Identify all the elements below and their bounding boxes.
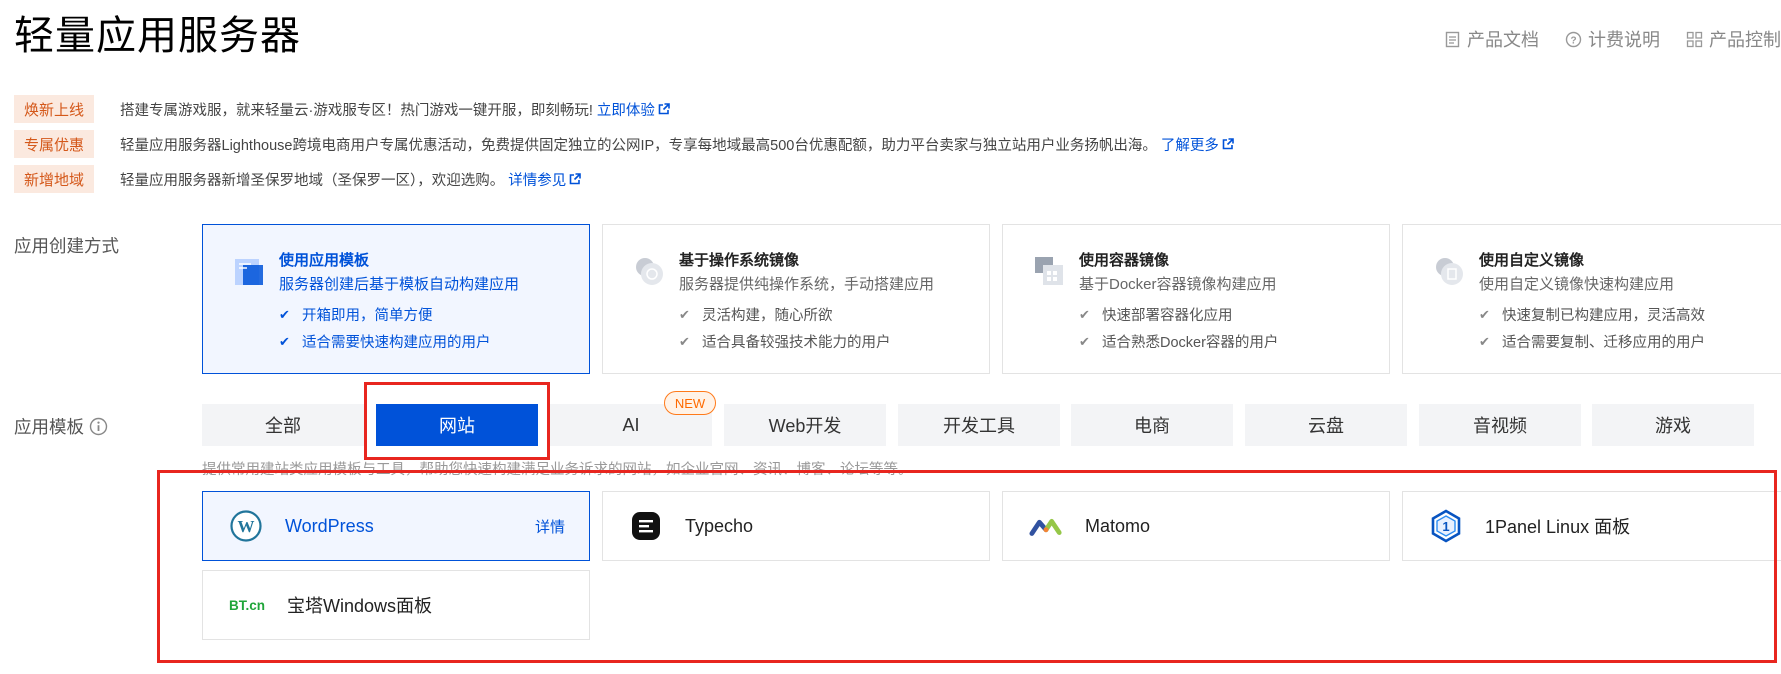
notice-tag: 新增地域: [14, 165, 94, 193]
method-desc: 基于Docker容器镜像构建应用: [1079, 276, 1277, 293]
tab-all[interactable]: 全部: [202, 404, 364, 446]
method-card-os-image[interactable]: 基于操作系统镜像 服务器提供纯操作系统，手动搭建应用 ✔ 灵活构建，随心所欲 ✔ 适…: [602, 224, 990, 374]
tab-games[interactable]: 游戏: [1592, 404, 1754, 446]
method-card-custom-image[interactable]: 使用自定义镜像 使用自定义镜像快速构建应用 ✔ 快速复制已构建应用，灵活高效 ✔ 适…: [1402, 224, 1781, 374]
notice-text: 搭建专属游戏服，就来轻量云·游戏服专区！热门游戏一键开服，即刻畅玩! 立即体验: [120, 99, 670, 120]
check-icon: ✔: [279, 306, 290, 322]
notice-row: 专属优惠 轻量应用服务器Lighthouse跨境电商用户专属优惠活动，免费提供固…: [14, 130, 1234, 158]
tab-dev-tools[interactable]: 开发工具: [898, 404, 1060, 446]
method-feature: ✔ 开箱即用，简单方便: [279, 306, 433, 325]
check-icon: ✔: [1479, 333, 1490, 349]
docs-link-label: 产品文档: [1467, 30, 1539, 50]
notice-link[interactable]: 立即体验: [597, 99, 670, 120]
notice-link[interactable]: 详情参见: [508, 169, 582, 190]
method-feature: ✔ 快速复制已构建应用，灵活高效: [1479, 306, 1705, 325]
tab-ecommerce[interactable]: 电商: [1071, 404, 1233, 446]
document-icon: [1445, 31, 1460, 47]
check-icon: ✔: [279, 333, 290, 349]
external-link-icon: [569, 173, 582, 185]
method-title: 使用应用模板: [279, 252, 370, 269]
check-icon: ✔: [1079, 333, 1090, 349]
page-title: 轻量应用服务器: [14, 14, 301, 58]
notice-row: 新增地域 轻量应用服务器新增圣保罗地域（圣保罗一区），欢迎选购。 详情参见: [14, 165, 582, 193]
method-feature: ✔ 适合需要复制、迁移应用的用户: [1479, 333, 1705, 352]
info-icon[interactable]: [89, 417, 108, 436]
external-link-icon: [1222, 138, 1234, 150]
method-feature: ✔ 适合具备较强技术能力的用户: [679, 333, 891, 352]
question-circle-icon: ?: [1565, 31, 1582, 47]
notice-tag: 专属优惠: [14, 130, 94, 158]
os-image-icon: [636, 258, 663, 285]
docs-link[interactable]: 产品文档: [1444, 26, 1539, 52]
highlight-box-tab: [364, 382, 550, 460]
method-feature: ✔ 快速部署容器化应用: [1079, 306, 1233, 325]
billing-link[interactable]: ? 计费说明: [1565, 26, 1660, 52]
method-feature: ✔ 适合需要快速构建应用的用户: [279, 333, 491, 352]
highlight-box-templates: [157, 470, 1777, 663]
notice-tag: 焕新上线: [14, 95, 94, 123]
creation-method-label: 应用创建方式: [14, 236, 119, 256]
method-feature: ✔ 适合熟悉Docker容器的用户: [1079, 333, 1279, 352]
new-badge: NEW: [664, 391, 716, 415]
custom-image-icon: [1436, 258, 1463, 285]
app-template-label: 应用模板: [14, 414, 108, 439]
method-desc: 服务器提供纯操作系统，手动搭建应用: [679, 276, 935, 293]
console-link-label: 产品控制台: [1709, 30, 1781, 50]
template-icon: [235, 259, 263, 285]
method-card-template[interactable]: 使用应用模板 服务器创建后基于模板自动构建应用 ✔ 开箱即用，简单方便 ✔ 适合需要…: [202, 224, 590, 374]
external-link-icon: [658, 103, 670, 115]
check-icon: ✔: [1079, 306, 1090, 322]
check-icon: ✔: [679, 306, 690, 322]
method-title: 基于操作系统镜像: [679, 252, 800, 269]
notice-row: 焕新上线 搭建专属游戏服，就来轻量云·游戏服专区！热门游戏一键开服，即刻畅玩! 立…: [14, 95, 670, 123]
notice-text: 轻量应用服务器新增圣保罗地域（圣保罗一区），欢迎选购。 详情参见: [120, 169, 582, 190]
method-title: 使用自定义镜像: [1479, 252, 1585, 269]
notice-link[interactable]: 了解更多: [1161, 134, 1234, 155]
console-link[interactable]: 产品控制台: [1686, 26, 1781, 52]
tab-cloud-drive[interactable]: 云盘: [1245, 404, 1407, 446]
method-title: 使用容器镜像: [1079, 252, 1170, 269]
top-links: 产品文档 ? 计费说明 产品控制台: [1418, 22, 1781, 56]
check-icon: ✔: [1479, 306, 1490, 322]
tab-web-dev[interactable]: Web开发: [724, 404, 886, 446]
check-icon: ✔: [679, 333, 690, 349]
method-feature: ✔ 灵活构建，随心所欲: [679, 306, 833, 325]
method-desc: 服务器创建后基于模板自动构建应用: [279, 276, 520, 293]
method-card-container-image[interactable]: 使用容器镜像 基于Docker容器镜像构建应用 ✔ 快速部署容器化应用 ✔ 适合熟悉…: [1002, 224, 1390, 374]
notice-text: 轻量应用服务器Lighthouse跨境电商用户专属优惠活动，免费提供固定独立的公…: [120, 134, 1234, 155]
svg-text:?: ?: [1570, 35, 1576, 46]
grid-icon: [1686, 31, 1703, 47]
tab-audio-video[interactable]: 音视频: [1419, 404, 1581, 446]
billing-link-label: 计费说明: [1588, 30, 1660, 50]
method-desc: 使用自定义镜像快速构建应用: [1479, 276, 1675, 293]
container-image-icon: [1035, 257, 1063, 285]
